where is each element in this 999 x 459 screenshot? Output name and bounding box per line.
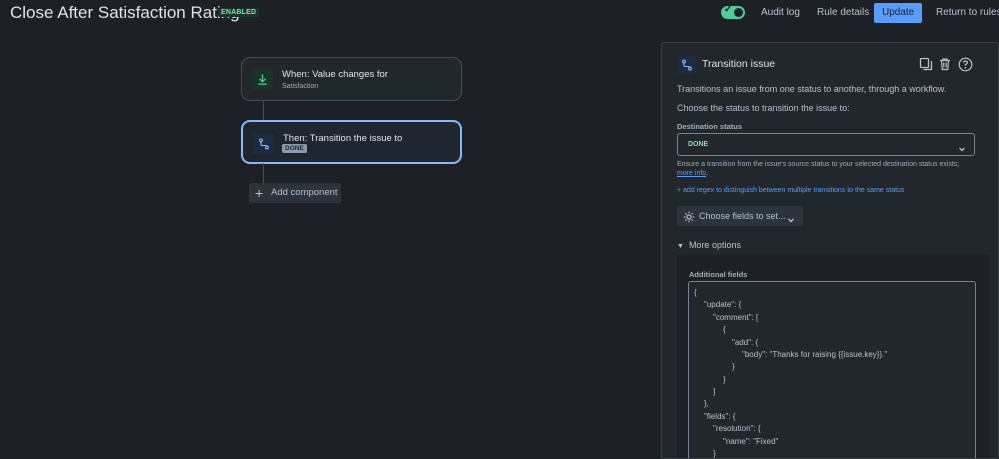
trigger-node[interactable]: When: Value changes for Satisfaction xyxy=(241,57,462,101)
code-line: "comment": [ xyxy=(713,313,759,322)
panel-description: Transitions an issue from one status to … xyxy=(677,84,947,94)
more-options-section: Additional fields { "update": { "comment… xyxy=(677,255,990,458)
code-line: "update": { xyxy=(704,300,742,309)
choose-status-text: Choose the status to transition the issu… xyxy=(677,103,850,113)
rule-title: Close After Satisfaction Rating xyxy=(10,3,240,22)
code-line: } xyxy=(723,375,726,384)
code-line: "resolution": { xyxy=(713,424,761,433)
add-component-button[interactable]: + Add component xyxy=(249,183,341,203)
additional-fields-editor[interactable]: { "update": { "comment": [ { "add": { "b… xyxy=(688,281,976,458)
code-line: } xyxy=(732,362,735,371)
action-node[interactable]: Then: Transition the issue to DONE xyxy=(241,120,462,164)
chevron-down-icon: ▼ xyxy=(677,243,684,250)
duplicate-icon[interactable] xyxy=(918,56,934,72)
chevron-down-icon xyxy=(958,140,966,158)
additional-fields-label: Additional fields xyxy=(689,270,748,279)
delete-icon[interactable] xyxy=(937,56,953,72)
code-line: "add": { xyxy=(732,338,759,347)
more-options-label: More options xyxy=(688,240,741,250)
destination-status-select[interactable]: DONE xyxy=(677,133,975,156)
status-badge: ENABLED xyxy=(218,8,260,17)
more-options-toggle[interactable]: ▼ More options xyxy=(677,240,741,250)
rule-details-button[interactable]: Rule details xyxy=(817,3,869,23)
transition-icon xyxy=(677,55,696,74)
code-line: }, xyxy=(704,399,709,408)
update-button[interactable]: Update xyxy=(874,3,923,23)
code-line: ] xyxy=(713,387,716,396)
rule-enabled-toggle[interactable]: ✓ xyxy=(721,4,745,19)
help-icon[interactable] xyxy=(957,56,973,72)
code-line: "body": "Thanks for raising {{issue.key}… xyxy=(742,350,888,359)
code-line: "fields": { xyxy=(704,412,736,421)
code-line: { xyxy=(694,288,697,297)
code-line: } xyxy=(713,449,716,458)
destination-status-label: Destination status xyxy=(677,122,743,131)
destination-status-value: DONE xyxy=(688,141,709,148)
component-config-panel: Transition issue Transitions an issue fr… xyxy=(661,42,999,459)
value-change-icon xyxy=(252,69,273,90)
audit-log-button[interactable]: Audit log xyxy=(761,3,800,23)
connector-line xyxy=(263,100,264,120)
gear-icon xyxy=(683,210,695,228)
trigger-subtitle: Satisfaction xyxy=(282,83,319,90)
check-icon: ✓ xyxy=(724,4,733,15)
top-bar: Close After Satisfaction Rating ENABLED … xyxy=(0,0,999,26)
add-component-label: Add component xyxy=(271,187,338,198)
return-to-rules-button[interactable]: Return to rules xyxy=(936,3,999,23)
choose-fields-label: Choose fields to set... xyxy=(699,211,786,221)
destination-help-text: Ensure a transition from the issue's sou… xyxy=(677,161,960,168)
plus-icon: + xyxy=(255,185,264,201)
trigger-title: When: Value changes for xyxy=(282,69,388,80)
more-info-link[interactable]: more info xyxy=(677,170,706,177)
toggle-knob xyxy=(734,8,743,17)
connector-line xyxy=(263,163,264,183)
code-line: { xyxy=(723,325,726,334)
code-line: "name": "Fixed" xyxy=(723,437,779,446)
status-chip: DONE xyxy=(282,144,307,153)
chevron-down-icon xyxy=(787,211,795,229)
panel-title: Transition issue xyxy=(702,58,776,70)
add-regex-link[interactable]: + add regex to distinguish between multi… xyxy=(677,187,904,194)
choose-fields-button[interactable]: Choose fields to set... xyxy=(677,206,803,226)
action-title: Then: Transition the issue to xyxy=(283,133,403,144)
transition-icon xyxy=(253,133,274,154)
